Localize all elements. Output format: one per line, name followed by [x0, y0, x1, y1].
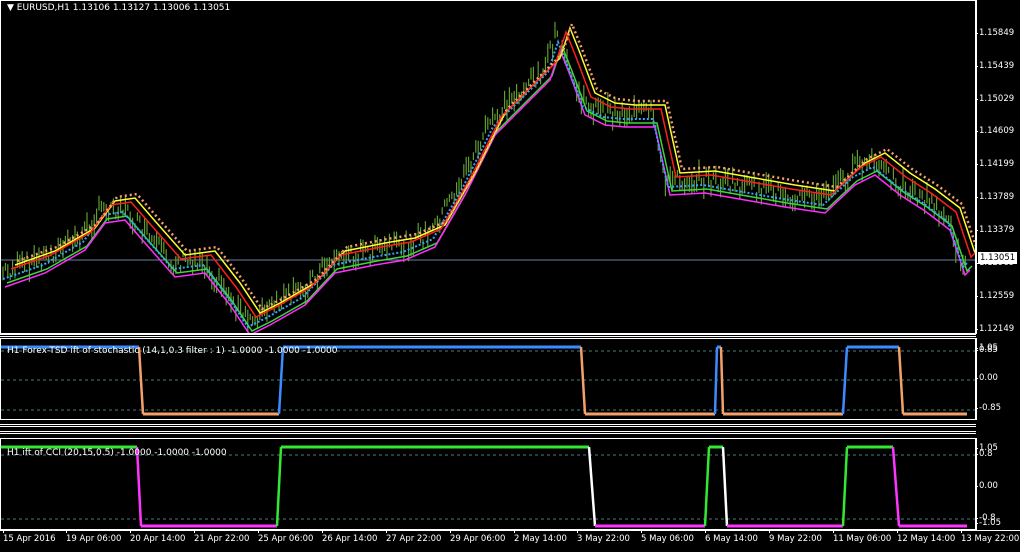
- price-tick: 1.15849: [974, 28, 1015, 38]
- time-label: 21 Apr 22:00: [194, 530, 250, 544]
- stochastic-transition: [713, 346, 719, 415]
- price-tick: 1.15439: [974, 61, 1015, 71]
- price-chart: [1, 20, 975, 333]
- cci-title: H1 ift of CCI (20,15,0.5) -1.0000 -1.000…: [7, 448, 227, 458]
- cci-transition: [703, 446, 711, 527]
- cci-tick: 0.00: [975, 481, 998, 491]
- time-label: 26 Apr 14:00: [322, 530, 378, 544]
- time-label: 12 May 14:00: [897, 530, 956, 544]
- cci-transition: [275, 446, 283, 527]
- time-label: 25 Apr 06:00: [258, 530, 314, 544]
- ma-magenta-line: [4, 47, 971, 333]
- ma-green-line: [6, 43, 973, 332]
- cci-tick: -1.05: [975, 518, 1001, 528]
- price-tick: 1.13379: [974, 225, 1015, 235]
- stochastic-tick: 0.00: [975, 373, 998, 383]
- ma-salmon-dotted-line: [16, 20, 975, 311]
- cci-transition: [587, 446, 597, 527]
- time-label: 20 Apr 14:00: [130, 530, 186, 544]
- stochastic-title: H1 Forex-TSD ift of stochastic (14,1,0.3…: [7, 346, 338, 356]
- time-label: 2 May 14:00: [514, 530, 567, 544]
- cci-transition: [891, 446, 901, 527]
- time-label: 29 Apr 06:00: [450, 530, 506, 544]
- pane-separator[interactable]: [0, 334, 976, 337]
- time-label: 5 May 06:00: [641, 530, 694, 544]
- price-tick: 1.13789: [974, 192, 1015, 202]
- time-label: 3 May 22:00: [577, 530, 630, 544]
- time-label: 6 May 14:00: [705, 530, 758, 544]
- time-label: 13 May 22:00: [961, 530, 1020, 544]
- stochastic-tick: 0.85: [975, 345, 998, 355]
- time-label: 27 Apr 22:00: [386, 530, 442, 544]
- cci-tick: 0.8: [975, 449, 993, 459]
- pane-separator[interactable]: [0, 424, 976, 427]
- stochastic-transition: [719, 346, 725, 415]
- time-label: 11 May 06:00: [833, 530, 892, 544]
- price-tick: 1.12559: [974, 291, 1015, 301]
- stochastic-tick: -0.85: [975, 403, 1001, 413]
- price-tick: 1.14199: [974, 159, 1015, 169]
- price-tick: 1.12149: [974, 324, 1015, 334]
- cci-transition: [841, 446, 849, 527]
- cci-transition: [721, 446, 729, 527]
- ma-red-line: [10, 29, 975, 318]
- time-label: 15 Apr 2016: [3, 530, 56, 544]
- time-label: 9 May 22:00: [769, 530, 822, 544]
- cci-subwindow[interactable]: H1 ift of CCI (20,15,0.5) -1.0000 -1.000…: [0, 438, 976, 530]
- current-price-label: 1.13051: [978, 252, 1018, 264]
- cci-transition: [135, 446, 143, 527]
- price-tick: 1.15029: [974, 94, 1015, 104]
- stochastic-subwindow[interactable]: H1 Forex-TSD ift of stochastic (14,1,0.3…: [0, 338, 976, 420]
- ma-yellow-line: [14, 25, 975, 314]
- main-chart-pane[interactable]: ▼ EURUSD,H1 1.13106 1.13127 1.13006 1.13…: [0, 0, 976, 334]
- price-tick: 1.14609: [974, 126, 1015, 136]
- pane-separator[interactable]: [0, 431, 976, 434]
- time-label: 19 Apr 06:00: [66, 530, 122, 544]
